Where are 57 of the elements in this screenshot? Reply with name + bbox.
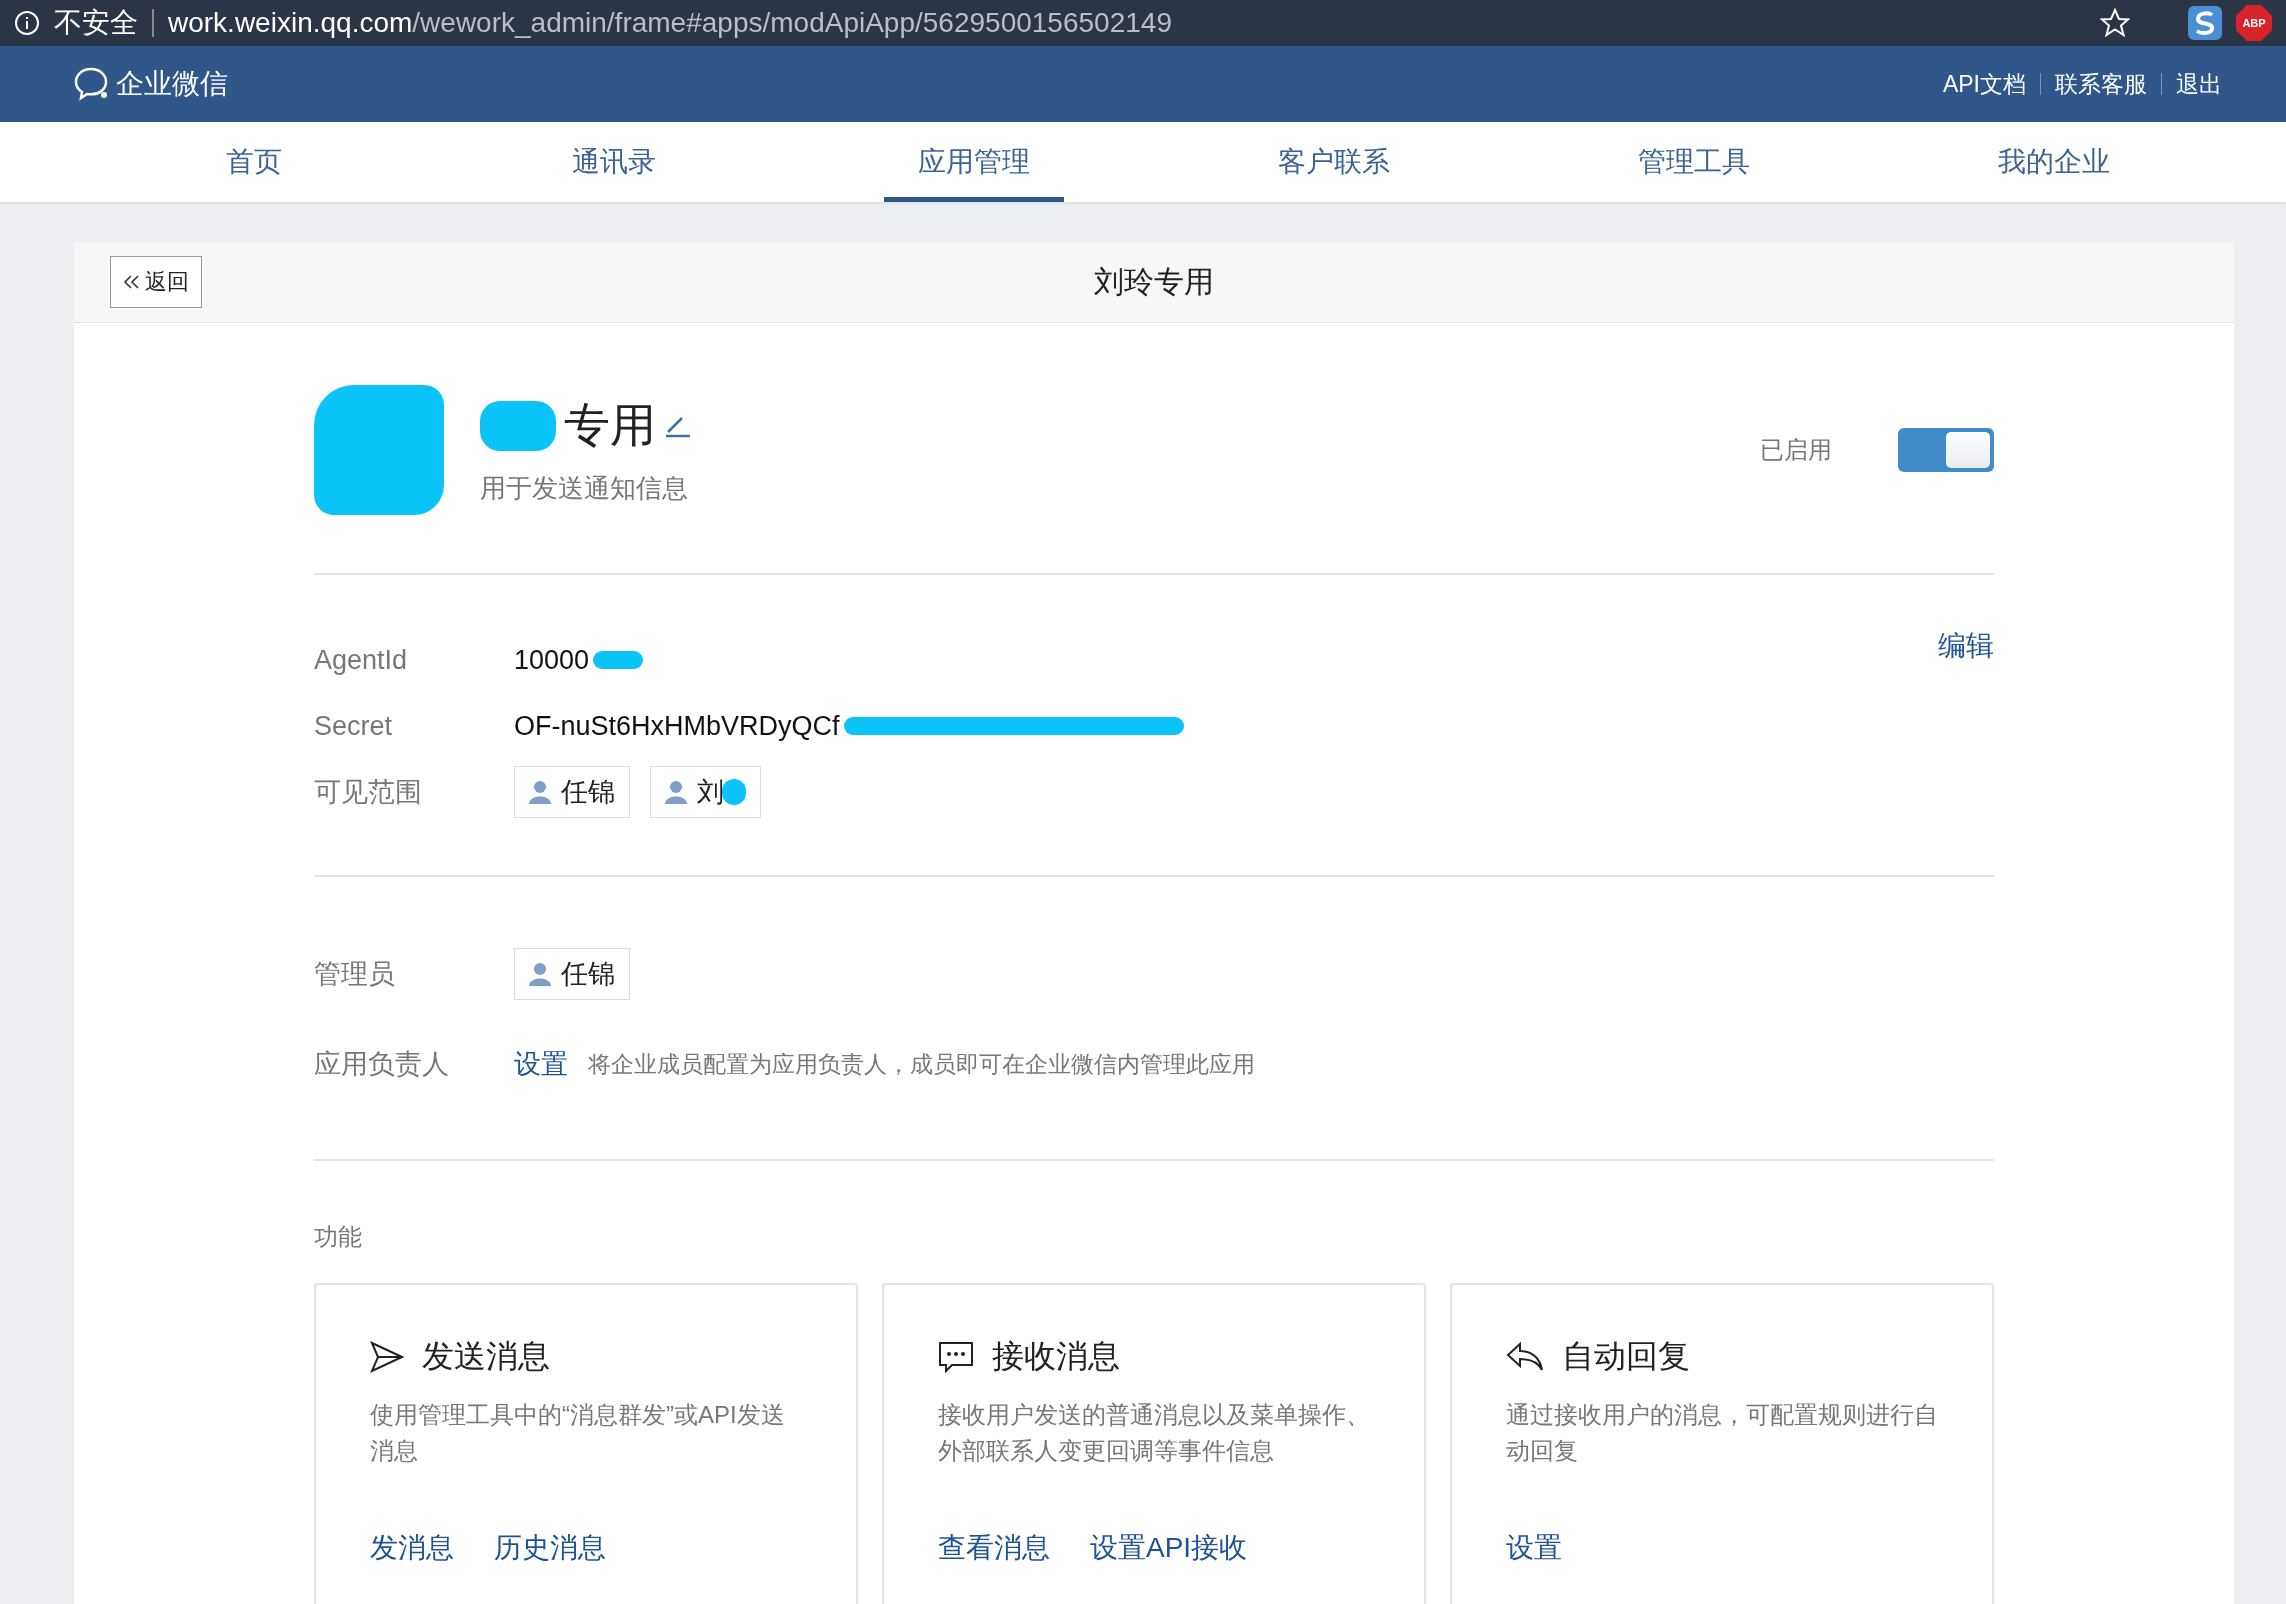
double-chevron-icon: [123, 274, 141, 290]
nav-tab[interactable]: 客户联系: [1154, 122, 1514, 202]
paper-plane-icon: [370, 1341, 404, 1373]
chat-logo-icon: [74, 67, 110, 101]
hint-text: 将企业成员配置为应用负责人，成员即可在企业微信内管理此应用: [588, 1049, 1255, 1079]
reply-arrow-icon: [1506, 1341, 1544, 1373]
adblock-icon[interactable]: ABP: [2236, 5, 2272, 41]
redaction-mark: [722, 779, 746, 805]
field-label: AgentId: [314, 644, 409, 676]
redaction-mark: [593, 651, 644, 669]
header-link[interactable]: API文档: [1928, 68, 2040, 100]
person-icon: [529, 780, 551, 804]
section-title: 功能: [314, 1222, 363, 1252]
field-label: 管理员: [314, 958, 396, 991]
address-bar[interactable]: work.weixin.qq.com/wework_admin/frame#apps/modApiApp/5629500156502149: [168, 7, 1172, 39]
nav-tab[interactable]: 首页: [74, 122, 434, 202]
feature-link[interactable]: 发消息: [370, 1529, 454, 1567]
feature-link[interactable]: 历史消息: [494, 1529, 606, 1567]
app-name: 专用: [564, 397, 656, 453]
header-link[interactable]: 联系客服: [2041, 68, 2161, 100]
member-tag[interactable]: 任锦: [514, 766, 630, 818]
feature-link[interactable]: 设置: [1506, 1529, 1562, 1567]
settings-link[interactable]: 设置: [514, 1046, 568, 1082]
nav-tab[interactable]: 我的企业: [1874, 122, 2234, 202]
nav-tab[interactable]: 管理工具: [1514, 122, 1874, 202]
person-icon: [529, 962, 551, 986]
feature-description: 通过接收用户的消息，可配置规则进行自动回复: [1506, 1400, 1938, 1466]
back-button[interactable]: 返回: [110, 256, 202, 308]
feature-title: 接收消息: [992, 1337, 1120, 1376]
status-label: 已启用: [1760, 435, 1832, 465]
person-icon: [665, 780, 687, 804]
field-label: 可见范围: [314, 776, 423, 809]
security-label[interactable]: 不安全: [54, 4, 138, 42]
feature-description: 接收用户发送的普通消息以及菜单操作、外部联系人变更回调等事件信息: [938, 1400, 1370, 1466]
nav-tab[interactable]: 通讯录: [434, 122, 794, 202]
field-value: 10000: [514, 644, 590, 676]
edit-link[interactable]: 编辑: [1938, 627, 1994, 665]
feature-title: 发送消息: [422, 1337, 550, 1376]
star-icon[interactable]: [2100, 8, 2130, 38]
feature-description: 使用管理工具中的“消息群发”或API发送消息: [370, 1400, 786, 1466]
extension-icon[interactable]: [2188, 6, 2222, 40]
feature-link[interactable]: 设置API接收: [1090, 1529, 1248, 1567]
logo-text[interactable]: 企业微信: [116, 65, 228, 103]
chat-bubble-icon: [938, 1341, 974, 1373]
field-label: Secret: [314, 710, 394, 742]
feature-link[interactable]: 查看消息: [938, 1529, 1050, 1567]
info-icon[interactable]: [14, 10, 40, 36]
enable-toggle[interactable]: [1898, 428, 1994, 472]
feature-title: 自动回复: [1562, 1337, 1690, 1376]
nav-tab[interactable]: 应用管理: [794, 122, 1154, 202]
field-value: OF-nuSt6HxHMbVRDyQCf: [514, 710, 840, 742]
page-title: 刘玲专用: [1094, 263, 1214, 300]
app-description: 用于发送通知信息: [480, 471, 689, 505]
member-tag[interactable]: 刘: [650, 766, 761, 818]
header-link[interactable]: 退出: [2162, 68, 2236, 100]
member-tag[interactable]: 任锦: [514, 948, 630, 1000]
field-label: 应用负责人: [314, 1048, 450, 1081]
